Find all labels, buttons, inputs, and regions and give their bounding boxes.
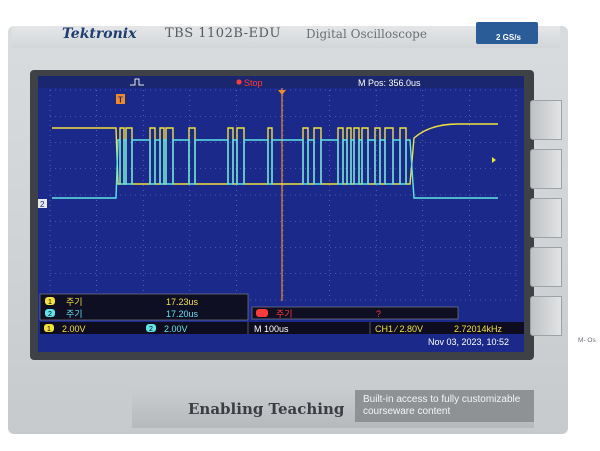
m-pos-label: M Pos: 356.0us [358,78,421,88]
trigger-setting: CH1 ⁄ 2.80V [375,324,423,334]
math-label: 주기 [276,309,293,319]
edge-label: M- Os [578,337,596,344]
timebase: M 100us [254,324,289,334]
meas2-label: 주기 [66,309,83,319]
ch2-scale-channel: 2 [149,326,153,333]
datetime: Nov 03, 2023, 10:52 [428,337,509,347]
tagline: Enabling Teaching [188,400,345,418]
ch2-marker-label: 2 [40,200,45,209]
side-menu-keys [530,100,562,345]
side-menu-key-5[interactable] [530,296,562,336]
side-menu-key-2[interactable] [530,149,562,189]
trigger-marker-label: T [118,96,123,105]
brand-logo: Tektronix [62,26,137,42]
meas1-value: 17.23us [166,297,199,307]
meas2-channel: 2 [48,311,52,318]
meas2-value: 17.20us [166,309,199,319]
stop-indicator-icon [236,79,242,85]
ch1-scale-channel: 1 [47,326,51,333]
waveform-display: Stop M Pos: 356.0us T 2 1 주기 17.23us 2 주… [38,76,524,347]
math-badge [256,309,268,317]
trigger-position-arrow [278,90,286,95]
graticule-grid [49,89,517,301]
meas1-label: 주기 [66,297,83,307]
model-name: TBS 1102B-EDU [165,26,281,41]
side-menu-key-4[interactable] [530,247,562,287]
trigger-frequency: 2.72014kHz [454,324,503,334]
math-value: ? [376,309,381,319]
ch1-waveform [52,123,498,185]
top-status-bar [38,76,524,88]
side-menu-key-1[interactable] [530,100,562,140]
oscilloscope-screen: Stop M Pos: 356.0us T 2 1 주기 17.23us 2 주… [38,76,524,352]
side-menu-key-3[interactable] [530,198,562,238]
trigger-level-arrow [492,157,496,163]
ch2-scale: 2.00V [164,324,188,334]
meas1-channel: 1 [48,299,52,306]
run-state-label: Stop [244,78,263,88]
ch1-scale: 2.00V [62,324,86,334]
tagline-description: Built-in access to fully customizable co… [363,394,521,417]
sample-rate-label: 2 GS/s [496,33,521,42]
device-subtitle: Digital Oscilloscope [306,27,427,41]
